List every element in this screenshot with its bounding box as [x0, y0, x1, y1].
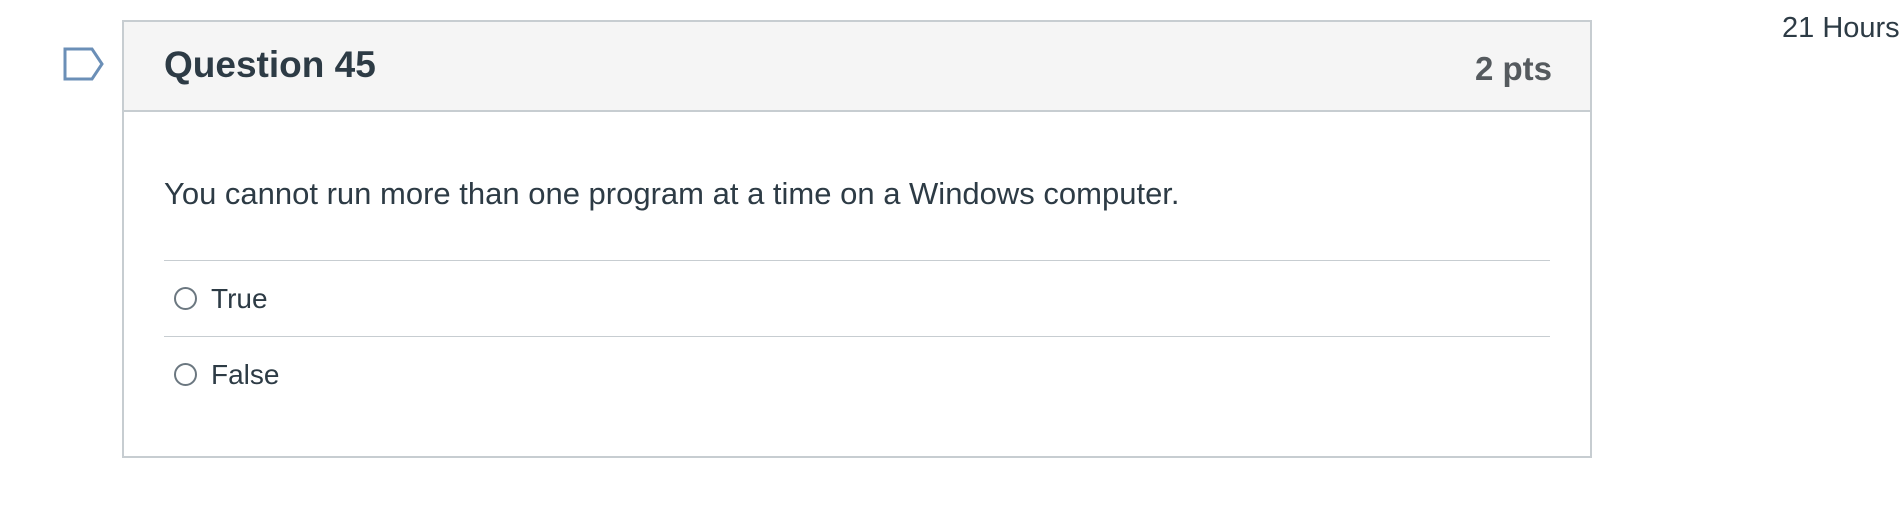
- radio-button[interactable]: [174, 287, 197, 310]
- question-header: Question 45 2 pts: [124, 22, 1590, 112]
- question-card: Question 45 2 pts You cannot run more th…: [122, 20, 1592, 458]
- answer-option-false[interactable]: False: [164, 337, 1550, 412]
- quiz-page: 21 Hours Question 45 2 pts You cannot ru…: [0, 0, 1904, 518]
- question-title: Question 45: [164, 44, 376, 85]
- question-body: You cannot run more than one program at …: [124, 174, 1590, 412]
- radio-button[interactable]: [174, 363, 197, 386]
- time-remaining: 21 Hours: [1782, 12, 1900, 44]
- question-text: You cannot run more than one program at …: [164, 176, 1180, 211]
- answer-list: True False: [164, 260, 1550, 412]
- flag-question-icon[interactable]: [62, 46, 106, 82]
- question-points: 2 pts: [1474, 50, 1552, 87]
- answer-option-true[interactable]: True: [164, 261, 1550, 337]
- answer-label: True: [211, 282, 268, 314]
- answer-label: False: [211, 358, 280, 390]
